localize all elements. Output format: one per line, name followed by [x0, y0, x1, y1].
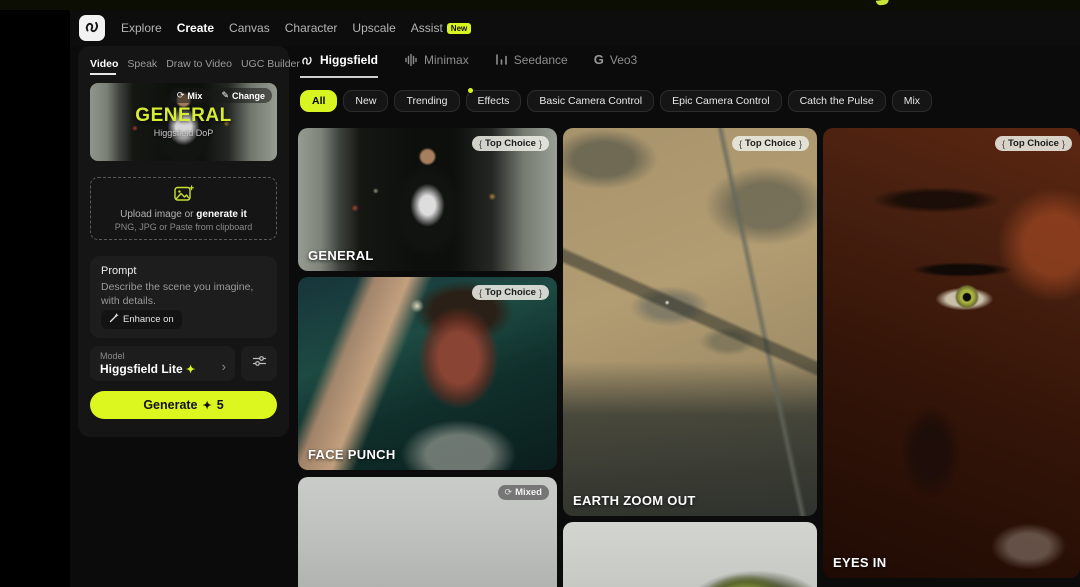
- top-choice-badge: { Top Choice }: [732, 136, 809, 151]
- new-badge: New: [447, 23, 471, 34]
- refresh-icon: ⟳: [505, 487, 513, 498]
- top-edge-artifact: [876, 0, 890, 6]
- google-g-icon: G: [594, 52, 604, 67]
- nav-character[interactable]: Character: [285, 21, 338, 35]
- card-title: EARTH ZOOM OUT: [573, 493, 696, 508]
- card-title: GENERAL: [308, 248, 374, 263]
- tab-minimax[interactable]: Minimax: [404, 53, 469, 78]
- tab-video[interactable]: Video: [90, 58, 118, 70]
- higgsfield-logo[interactable]: [79, 15, 105, 41]
- filter-effects[interactable]: Effects: [466, 90, 522, 112]
- create-sidebar: Video Speak Draw to Video UGC Builder GE…: [78, 46, 289, 437]
- nav-assist-label: Assist: [411, 21, 443, 35]
- mixed-badge: ⟳ Mixed: [498, 485, 549, 500]
- nav-canvas[interactable]: Canvas: [229, 21, 270, 35]
- generate-label: Generate: [143, 398, 197, 412]
- provider-tabs: Higgsfield Minimax Seedance G Veo3: [300, 52, 637, 78]
- top-choice-badge: { Top Choice }: [472, 285, 549, 300]
- upload-formats: PNG, JPG or Paste from clipboard: [115, 222, 253, 232]
- prompt-input[interactable]: Describe the scene you imagine, with det…: [101, 280, 271, 308]
- selected-preset-preview[interactable]: GENERAL Higgsfield DoP ⟳ Mix ✎ Change: [90, 83, 277, 161]
- prompt-label: Prompt: [101, 265, 266, 277]
- tab-seedance[interactable]: Seedance: [495, 53, 568, 78]
- nav-menu: Explore Create Canvas Character Upscale …: [121, 21, 471, 35]
- top-edge-strip: [0, 0, 1080, 10]
- change-button[interactable]: ✎ Change: [214, 88, 272, 103]
- bars-icon: [495, 53, 508, 66]
- credit-sparkle-icon: ✦: [203, 399, 212, 412]
- tab-veo3[interactable]: G Veo3: [594, 52, 638, 78]
- sidebar-tabs: Video Speak Draw to Video UGC Builder: [90, 58, 277, 70]
- laurel-right-icon: }: [539, 139, 542, 149]
- model-value: Higgsfield Lite ✦: [100, 362, 225, 376]
- card-title: EYES IN: [833, 555, 886, 570]
- top-choice-badge: { Top Choice }: [995, 136, 1072, 151]
- laurel-left-icon: {: [479, 139, 482, 149]
- mix-button[interactable]: ⟳ Mix: [170, 88, 210, 103]
- tab-ugc-builder[interactable]: UGC Builder: [241, 58, 300, 70]
- change-label: Change: [232, 91, 265, 101]
- filter-new[interactable]: New: [343, 90, 388, 112]
- generate-button[interactable]: Generate ✦ 5: [90, 391, 277, 419]
- preset-card-mixed[interactable]: ⟳ Mixed: [298, 477, 557, 587]
- filter-trending[interactable]: Trending: [394, 90, 459, 112]
- enhance-toggle[interactable]: Enhance on: [101, 310, 182, 329]
- filter-all[interactable]: All: [300, 90, 337, 112]
- model-label: Model: [100, 351, 225, 361]
- tab-draw-to-video[interactable]: Draw to Video: [166, 58, 232, 70]
- nav-assist[interactable]: Assist New: [411, 21, 471, 35]
- model-selector[interactable]: Model Higgsfield Lite ✦ ›: [90, 346, 235, 381]
- laurel-left-icon: {: [1002, 139, 1005, 149]
- squiggle-icon: [83, 17, 101, 40]
- nav-upscale[interactable]: Upscale: [352, 21, 395, 35]
- tab-higgsfield[interactable]: Higgsfield: [300, 53, 378, 78]
- preset-subtitle: Higgsfield DoP: [90, 128, 277, 138]
- preset-card-partial[interactable]: [563, 522, 817, 587]
- sparkle-icon: ✦: [186, 364, 195, 376]
- enhance-wand-icon: [109, 313, 119, 326]
- preset-card-general[interactable]: { Top Choice } GENERAL: [298, 128, 557, 271]
- mix-label: Mix: [187, 91, 202, 101]
- preset-card-face-punch[interactable]: { Top Choice } FACE PUNCH: [298, 277, 557, 470]
- higgsfield-squiggle-icon: [300, 53, 314, 67]
- nav-explore[interactable]: Explore: [121, 21, 162, 35]
- filter-basic-camera-control[interactable]: Basic Camera Control: [527, 90, 654, 112]
- mix-icon: ⟳: [177, 90, 185, 101]
- preset-card-eyes-in[interactable]: { Top Choice } EYES IN: [823, 128, 1080, 578]
- page: Explore Create Canvas Character Upscale …: [0, 0, 1080, 587]
- prompt-area[interactable]: Prompt Describe the scene you imagine, w…: [90, 256, 277, 338]
- tab-speak[interactable]: Speak: [127, 58, 157, 70]
- filter-epic-camera-control[interactable]: Epic Camera Control: [660, 90, 781, 112]
- upload-image-icon: [174, 185, 194, 207]
- laurel-left-icon: {: [479, 288, 482, 298]
- laurel-right-icon: }: [799, 139, 802, 149]
- upload-instruction: Upload image or generate it: [120, 209, 247, 220]
- chevron-right-icon: ›: [222, 359, 226, 374]
- laurel-right-icon: }: [1062, 139, 1065, 149]
- filter-mix[interactable]: Mix: [892, 90, 932, 112]
- preset-gallery: Higgsfield Minimax Seedance G Veo3 All: [298, 46, 1080, 587]
- top-choice-badge: { Top Choice }: [472, 136, 549, 151]
- model-settings-button[interactable]: [241, 346, 277, 381]
- card-title: FACE PUNCH: [308, 447, 396, 462]
- laurel-left-icon: {: [739, 139, 742, 149]
- credit-count: 5: [217, 398, 224, 412]
- filter-chips: All New Trending Effects Basic Camera Co…: [300, 90, 932, 112]
- filter-catch-the-pulse[interactable]: Catch the Pulse: [788, 90, 886, 112]
- enhance-label: Enhance on: [123, 314, 174, 325]
- notification-dot: [468, 88, 473, 93]
- waveform-icon: [404, 53, 418, 67]
- top-navigation: Explore Create Canvas Character Upscale …: [70, 10, 1080, 46]
- sliders-icon: [252, 354, 267, 373]
- laurel-right-icon: }: [539, 288, 542, 298]
- nav-create[interactable]: Create: [177, 21, 214, 35]
- preset-card-earth-zoom-out[interactable]: { Top Choice } EARTH ZOOM OUT: [563, 128, 817, 516]
- preset-title: GENERAL: [90, 105, 277, 127]
- upload-dropzone[interactable]: Upload image or generate it PNG, JPG or …: [90, 177, 277, 240]
- pencil-icon: ✎: [221, 90, 229, 101]
